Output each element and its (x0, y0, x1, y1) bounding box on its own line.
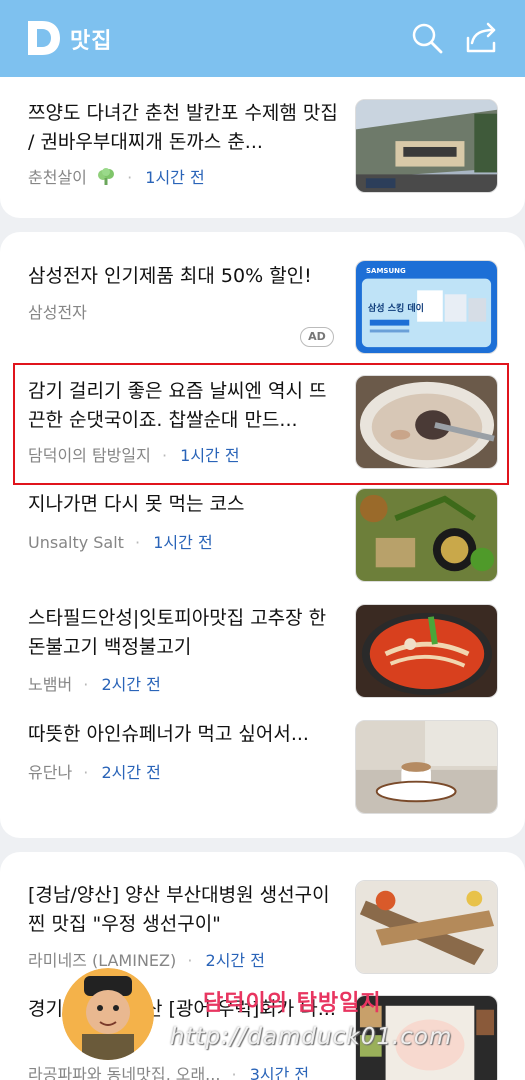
daum-logo-icon[interactable] (26, 19, 62, 57)
feed-card: 쯔양도 다녀간 춘천 발칸포 수제햄 맛집 / 권바우부대찌개 돈까스 춘...… (0, 77, 525, 218)
article-thumbnail[interactable] (355, 720, 498, 814)
broccoli-icon (97, 168, 114, 185)
app-title: 맛집 (70, 29, 113, 54)
article-title[interactable]: [경남/양산] 양산 부산대병원 생선구이 찐 맛집 "우정 생선구이" (28, 881, 340, 939)
separator-dot: · (135, 533, 141, 552)
article-time: 1시간 전 (145, 168, 205, 187)
article-title[interactable]: 따뜻한 아인슈페너가 먹고 싶어서... (28, 720, 340, 749)
separator-dot: · (127, 168, 133, 187)
article-source: 삼성전자 (28, 303, 87, 322)
article-time: 3시간 전 (249, 1065, 310, 1080)
separator-dot: · (231, 1065, 237, 1080)
article-source: 라미네즈 (LAMINEZ) (28, 951, 177, 970)
article-title[interactable]: 스타필드안성|잇토피아맛집 고추장 한돈불고기 백정불고기 (28, 604, 340, 662)
article-time: 2시간 전 (205, 951, 265, 970)
article-thumbnail[interactable] (355, 604, 498, 698)
ad-thumb-text: 삼성 스킹 데이 (368, 304, 424, 314)
top-bar: 맛집 (0, 0, 525, 77)
article-thumbnail[interactable] (355, 880, 498, 974)
ad-badge: AD (300, 327, 334, 347)
article-source: 라공파파와 동네맛집, 오래... (28, 1065, 221, 1080)
watermark-avatar (62, 968, 154, 1060)
article-meta: Unsalty Salt · 1시간 전 (28, 529, 213, 553)
article-time: 1시간 전 (153, 533, 213, 552)
search-icon[interactable] (410, 21, 444, 55)
article-thumbnail[interactable] (355, 488, 498, 582)
article-meta: 유단나 · 2시간 전 (28, 759, 161, 783)
article-meta: 노뱀버 · 2시간 전 (28, 671, 161, 695)
article-meta: 라공파파와 동네맛집, 오래... · 3시간 전 (28, 1061, 309, 1080)
watermark-title: 담덕이의 탐방일지 (203, 991, 382, 1016)
article-title[interactable]: 삼성전자 인기제품 최대 50% 할인! (28, 262, 340, 291)
article-source: 춘천살이 (28, 168, 87, 187)
ad-thumbnail[interactable]: SAMSUNG 삼성 스킹 데이 (355, 260, 498, 354)
share-icon[interactable] (464, 21, 498, 55)
article-meta: 삼성전자 (28, 299, 87, 323)
feed-card: 삼성전자 인기제품 최대 50% 할인! 삼성전자 AD SAMSUNG 삼성 … (0, 232, 525, 838)
article-source: 유단나 (28, 763, 73, 782)
separator-dot: · (83, 675, 89, 694)
article-source: 노뱀버 (28, 675, 73, 694)
separator-dot: · (83, 763, 89, 782)
article-time: 2시간 전 (101, 763, 161, 782)
article-meta: 춘천살이 · 1시간 전 (28, 164, 205, 188)
highlight-frame (13, 363, 509, 485)
article-time: 2시간 전 (101, 675, 161, 694)
article-title[interactable]: 지나가면 다시 못 먹는 코스 (28, 490, 340, 519)
ad-brand: SAMSUNG (366, 267, 406, 275)
article-title[interactable]: 쯔양도 다녀간 춘천 발칸포 수제햄 맛집 / 권바우부대찌개 돈까스 춘... (28, 99, 340, 157)
watermark-url: http://damduck01.com (170, 1024, 453, 1050)
article-thumbnail[interactable] (355, 99, 498, 193)
article-meta: 라미네즈 (LAMINEZ) · 2시간 전 (28, 947, 265, 971)
article-source: Unsalty Salt (28, 533, 124, 552)
separator-dot: · (187, 951, 193, 970)
